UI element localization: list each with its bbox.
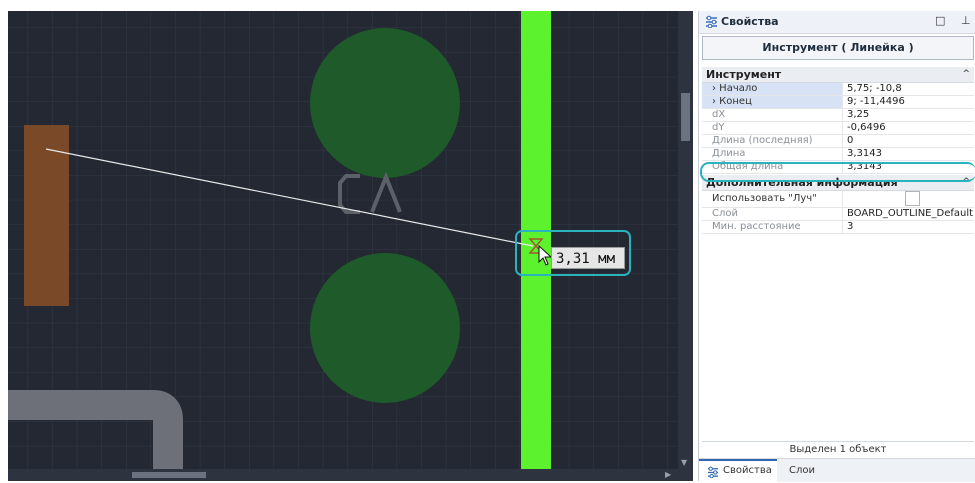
measurement-highlight — [515, 230, 631, 276]
prop-value: 3,3143 — [842, 148, 974, 160]
scroll-down-arrow-icon[interactable]: ▼ — [681, 458, 687, 467]
horizontal-scrollbar[interactable]: ▶ — [8, 469, 678, 481]
prop-row-length[interactable]: Длина 3,3143 — [702, 148, 974, 161]
prop-value: 3,25 — [842, 109, 974, 121]
prop-row-dx[interactable]: dX 3,25 — [702, 109, 974, 122]
vertical-scrollbar[interactable]: ▼ — [678, 11, 693, 481]
panel-tabs: Свойства Слои — [699, 458, 975, 483]
prop-row-end[interactable]: › Конец 9; -11,4496 — [702, 96, 974, 109]
prop-row-last-length[interactable]: Длина (последняя) 0 — [702, 135, 974, 148]
properties-icon — [707, 466, 719, 478]
collapse-caret-icon[interactable]: ^ — [962, 67, 970, 82]
scroll-right-arrow-icon[interactable]: ▶ — [665, 469, 671, 481]
vertical-scroll-thumb[interactable] — [681, 93, 690, 141]
prop-value: 0 — [842, 135, 974, 147]
tab-label: Свойства — [723, 465, 772, 476]
prop-row-dy[interactable]: dY -0,6496 — [702, 122, 974, 135]
prop-name: › Конец — [702, 96, 842, 108]
prop-value[interactable]: 3 — [842, 221, 974, 233]
prop-name: › Начало — [702, 83, 842, 95]
tab-layers[interactable]: Слои — [785, 459, 825, 481]
horizontal-scroll-thumb[interactable] — [132, 472, 206, 478]
panel-header: Свойства □ ⊥ — [699, 11, 975, 34]
use-ray-checkbox[interactable] — [905, 191, 920, 206]
properties-panel: Свойства □ ⊥ Инструмент ( Линейка ) Инст… — [698, 11, 975, 483]
prop-name: dX — [712, 109, 726, 120]
prop-name: dY — [712, 122, 725, 133]
prop-name: Слой — [712, 208, 738, 219]
tab-label: Слои — [789, 465, 815, 476]
pin-icon[interactable]: ⊥ — [961, 14, 971, 27]
prop-name: Использовать "Луч" — [712, 193, 817, 204]
prop-row-use-ray[interactable]: Использовать "Луч" — [702, 191, 974, 208]
section-title: Инструмент — [706, 68, 782, 81]
panel-title: Свойства — [721, 15, 779, 28]
status-bar: Выделен 1 объект — [702, 441, 974, 458]
restore-button[interactable]: □ — [935, 14, 945, 27]
prop-value[interactable]: 9; -11,4496 — [842, 96, 974, 108]
prop-value[interactable]: 5,75; -10,8 — [842, 83, 974, 95]
prop-value: -0,6496 — [842, 122, 974, 134]
prop-name: Длина (последняя) — [712, 135, 813, 146]
prop-value[interactable]: BOARD_OUTLINE_Default — [842, 208, 974, 220]
tab-properties[interactable]: Свойства — [699, 459, 777, 483]
section-header-tool[interactable]: Инструмент ^ — [702, 67, 974, 83]
round-pad-bottom[interactable] — [310, 253, 460, 403]
prop-value — [842, 191, 974, 207]
prop-row-start[interactable]: › Начало 5,75; -10,8 — [702, 83, 974, 96]
prop-name: Мин. расстояние — [712, 221, 801, 232]
round-pad-top[interactable] — [310, 28, 460, 178]
tool-title: Инструмент ( Линейка ) — [702, 36, 974, 60]
prop-row-layer[interactable]: Слой BOARD_OUTLINE_Default — [702, 208, 974, 221]
prop-row-min-distance[interactable]: Мин. расстояние 3 — [702, 221, 974, 234]
prop-name: Длина — [712, 148, 746, 159]
properties-icon — [706, 15, 717, 28]
length-highlight — [700, 162, 975, 182]
